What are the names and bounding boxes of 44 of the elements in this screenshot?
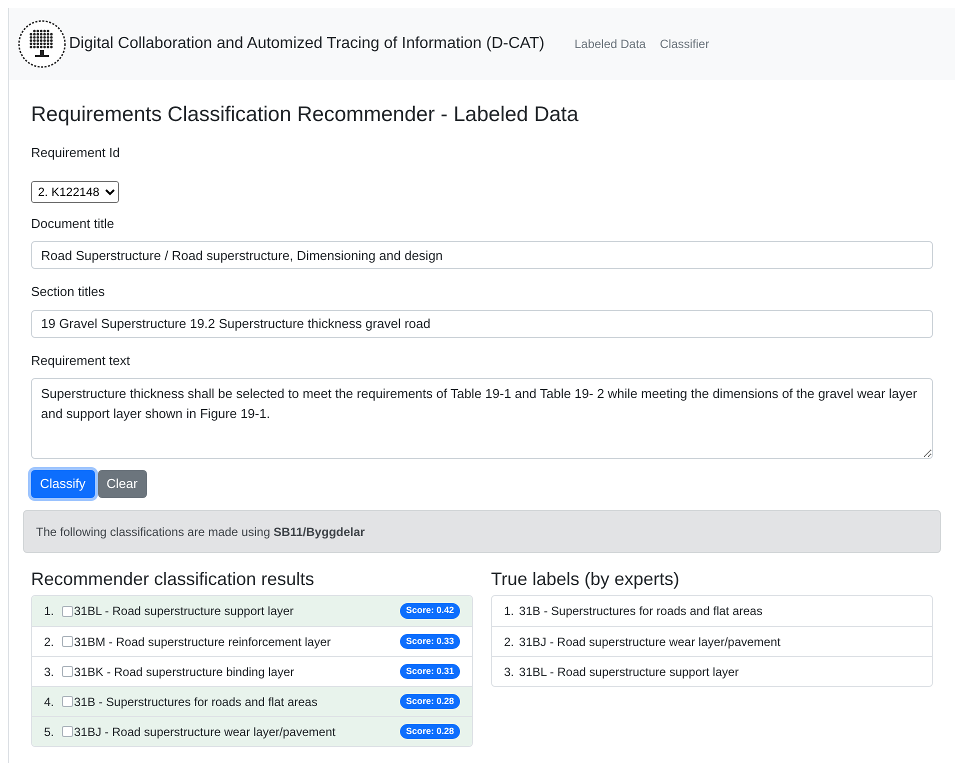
notice-text: The following classifications are made using SB11/Byggdelar — [36, 524, 365, 540]
requirement-text-field[interactable]: Superstructure thickness shall be selected to meet the requirements of Table 19-1 and Table 19- 2 while meeting the dimensions of the gravel wear layer and support layer shown in Figure 19-1. — [31, 378, 933, 459]
item-number: 3. — [44, 664, 56, 680]
section-heading: True labels (by experts) — [491, 568, 680, 591]
field-label: Document title — [31, 214, 116, 232]
true-label: 31BJ - Road superstructure wear layer/pavement — [519, 634, 780, 650]
score-badge: Score: 0.28 — [400, 694, 460, 710]
item-number: 2. — [44, 634, 56, 650]
requirement-id-select[interactable]: 2. K122148 — [31, 180, 119, 202]
item-number: 2. — [504, 634, 514, 650]
nav-link[interactable]: Classifier — [654, 35, 716, 53]
section-heading: Recommender classification results — [31, 568, 316, 591]
result-label: 31BM - Road superstructure reinforcement layer — [74, 634, 332, 650]
item-number: 5. — [44, 724, 56, 740]
checkbox[interactable] — [62, 606, 73, 616]
field-label: Requirement Id — [31, 144, 121, 162]
text-field[interactable]: Road Superstructure / Road superstructure, Dimensioning and design — [31, 241, 933, 269]
result-label: 31BJ - Road superstructure wear layer/pavement — [74, 724, 336, 740]
result-label: 31BL - Road superstructure support layer — [74, 603, 295, 620]
checkbox[interactable] — [62, 636, 73, 647]
result-label: 31B - Superstructures for roads and flat areas — [74, 694, 318, 710]
item-number: 1. — [44, 603, 56, 620]
item-number: 4. — [44, 694, 56, 710]
true-label: 31B - Superstructures for roads and flat areas — [519, 603, 762, 620]
field-label: Section titles — [31, 283, 106, 301]
score-badge: Score: 0.33 — [400, 634, 460, 650]
checkbox[interactable] — [62, 696, 73, 707]
score-badge: Score: 0.42 — [400, 603, 460, 619]
score-badge: Score: 0.28 — [400, 724, 460, 740]
classify-button[interactable]: Classify — [31, 470, 95, 498]
text-field[interactable]: 19 Gravel Superstructure 19.2 Superstructure thickness gravel road — [31, 310, 933, 338]
checkbox[interactable] — [62, 666, 73, 677]
item-number: 1. — [504, 603, 514, 620]
nav-link[interactable]: Labeled Data — [568, 35, 652, 53]
clear-button[interactable]: Clear — [98, 470, 147, 498]
result-label: 31BK - Road superstructure binding layer — [74, 664, 296, 680]
field-label: Requirement text — [31, 352, 131, 370]
page-title: Requirements Classification Recommender - Labeled Data — [31, 102, 580, 128]
true-label: 31BL - Road superstructure support layer — [519, 664, 739, 680]
logo-icon — [17, 19, 67, 69]
checkbox[interactable] — [62, 726, 73, 737]
brand-title[interactable]: Digital Collaboration and Automized Tracing of Information (D-CAT) — [69, 32, 544, 56]
item-number: 3. — [504, 664, 514, 680]
score-badge: Score: 0.31 — [400, 664, 460, 680]
